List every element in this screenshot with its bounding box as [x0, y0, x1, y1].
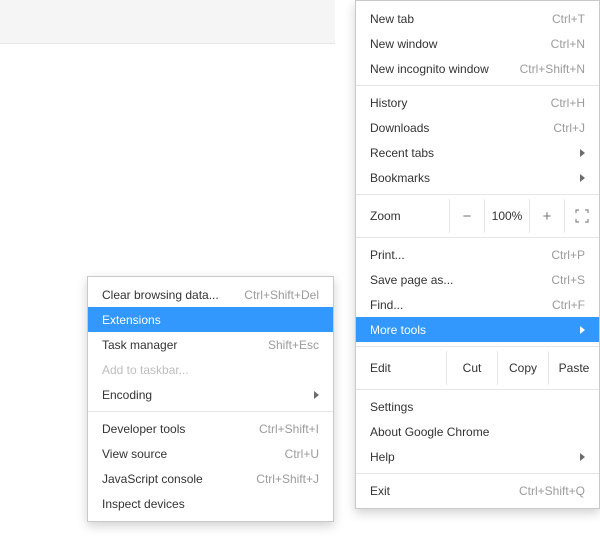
menu-label: More tools: [370, 323, 574, 337]
menu-label: Developer tools: [102, 422, 249, 436]
menu-label: JavaScript console: [102, 472, 246, 486]
menu-shortcut: Ctrl+Shift+I: [259, 422, 319, 436]
menu-label: New window: [370, 37, 541, 51]
menu-item-new-tab[interactable]: New tab Ctrl+T: [356, 6, 599, 31]
menu-item-settings[interactable]: Settings: [356, 394, 599, 419]
separator: [356, 473, 599, 474]
menu-item-new-window[interactable]: New window Ctrl+N: [356, 31, 599, 56]
menu-label: Inspect devices: [102, 497, 319, 511]
menu-shortcut: Ctrl+Shift+N: [520, 62, 585, 76]
menu-item-history[interactable]: History Ctrl+H: [356, 90, 599, 115]
separator: [356, 346, 599, 347]
separator: [356, 237, 599, 238]
menu-shortcut: Ctrl+Shift+J: [256, 472, 319, 486]
menu-shortcut: Ctrl+U: [285, 447, 319, 461]
separator: [356, 389, 599, 390]
menu-item-bookmarks[interactable]: Bookmarks: [356, 165, 599, 190]
menu-item-help[interactable]: Help: [356, 444, 599, 469]
submenu-item-extensions[interactable]: Extensions: [88, 307, 333, 332]
copy-button[interactable]: Copy: [497, 351, 548, 385]
menu-label: New tab: [370, 12, 542, 26]
paste-button[interactable]: Paste: [548, 351, 599, 385]
menu-item-find[interactable]: Find... Ctrl+F: [356, 292, 599, 317]
submenu-item-clear-browsing-data[interactable]: Clear browsing data... Ctrl+Shift+Del: [88, 282, 333, 307]
menu-label: Find...: [370, 298, 542, 312]
menu-label: Print...: [370, 248, 541, 262]
separator: [356, 85, 599, 86]
chrome-main-menu: New tab Ctrl+T New window Ctrl+N New inc…: [355, 0, 600, 509]
zoom-out-button[interactable]: −: [449, 199, 484, 233]
submenu-item-task-manager[interactable]: Task manager Shift+Esc: [88, 332, 333, 357]
submenu-item-view-source[interactable]: View source Ctrl+U: [88, 441, 333, 466]
menu-shortcut: Shift+Esc: [268, 338, 319, 352]
menu-label: Bookmarks: [370, 171, 574, 185]
menu-label: History: [370, 96, 541, 110]
separator: [356, 194, 599, 195]
menu-label: Exit: [370, 484, 509, 498]
page-content-strip: [0, 0, 335, 44]
menu-shortcut: Ctrl+P: [551, 248, 585, 262]
submenu-item-add-to-taskbar: Add to taskbar...: [88, 357, 333, 382]
menu-label: Save page as...: [370, 273, 541, 287]
submenu-item-developer-tools[interactable]: Developer tools Ctrl+Shift+I: [88, 416, 333, 441]
zoom-value: 100%: [484, 199, 529, 233]
menu-label: Encoding: [102, 388, 308, 402]
menu-item-print[interactable]: Print... Ctrl+P: [356, 242, 599, 267]
cut-button[interactable]: Cut: [446, 351, 497, 385]
submenu-arrow-icon: [314, 391, 319, 399]
menu-item-about[interactable]: About Google Chrome: [356, 419, 599, 444]
menu-label: Settings: [370, 400, 585, 414]
menu-label: About Google Chrome: [370, 425, 585, 439]
menu-shortcut: Ctrl+J: [553, 121, 585, 135]
submenu-arrow-icon: [580, 453, 585, 461]
submenu-item-javascript-console[interactable]: JavaScript console Ctrl+Shift+J: [88, 466, 333, 491]
menu-label: Clear browsing data...: [102, 288, 234, 302]
menu-shortcut: Ctrl+Shift+Q: [519, 484, 585, 498]
menu-item-save-page-as[interactable]: Save page as... Ctrl+S: [356, 267, 599, 292]
submenu-arrow-icon: [580, 149, 585, 157]
separator: [88, 411, 333, 412]
menu-shortcut: Ctrl+F: [552, 298, 585, 312]
zoom-label: Zoom: [356, 199, 449, 233]
menu-label: Extensions: [102, 313, 319, 327]
zoom-row: Zoom − 100% +: [356, 199, 599, 233]
submenu-arrow-icon: [580, 174, 585, 182]
menu-shortcut: Ctrl+S: [551, 273, 585, 287]
edit-label: Edit: [356, 351, 446, 385]
menu-item-more-tools[interactable]: More tools: [356, 317, 599, 342]
menu-item-recent-tabs[interactable]: Recent tabs: [356, 140, 599, 165]
menu-shortcut: Ctrl+Shift+Del: [244, 288, 319, 302]
menu-label: Recent tabs: [370, 146, 574, 160]
edit-row: Edit Cut Copy Paste: [356, 351, 599, 385]
submenu-arrow-icon: [580, 326, 585, 334]
menu-label: Help: [370, 450, 574, 464]
menu-label: Downloads: [370, 121, 543, 135]
menu-shortcut: Ctrl+T: [552, 12, 585, 26]
submenu-item-inspect-devices[interactable]: Inspect devices: [88, 491, 333, 516]
menu-item-exit[interactable]: Exit Ctrl+Shift+Q: [356, 478, 599, 503]
menu-item-downloads[interactable]: Downloads Ctrl+J: [356, 115, 599, 140]
more-tools-submenu: Clear browsing data... Ctrl+Shift+Del Ex…: [87, 276, 334, 522]
menu-label: Task manager: [102, 338, 258, 352]
menu-shortcut: Ctrl+H: [551, 96, 585, 110]
menu-shortcut: Ctrl+N: [551, 37, 585, 51]
submenu-item-encoding[interactable]: Encoding: [88, 382, 333, 407]
zoom-in-button[interactable]: +: [529, 199, 564, 233]
fullscreen-icon: [575, 209, 589, 223]
menu-item-new-incognito[interactable]: New incognito window Ctrl+Shift+N: [356, 56, 599, 81]
menu-label: New incognito window: [370, 62, 510, 76]
menu-label: View source: [102, 447, 275, 461]
fullscreen-button[interactable]: [564, 199, 599, 233]
menu-label: Add to taskbar...: [102, 363, 319, 377]
